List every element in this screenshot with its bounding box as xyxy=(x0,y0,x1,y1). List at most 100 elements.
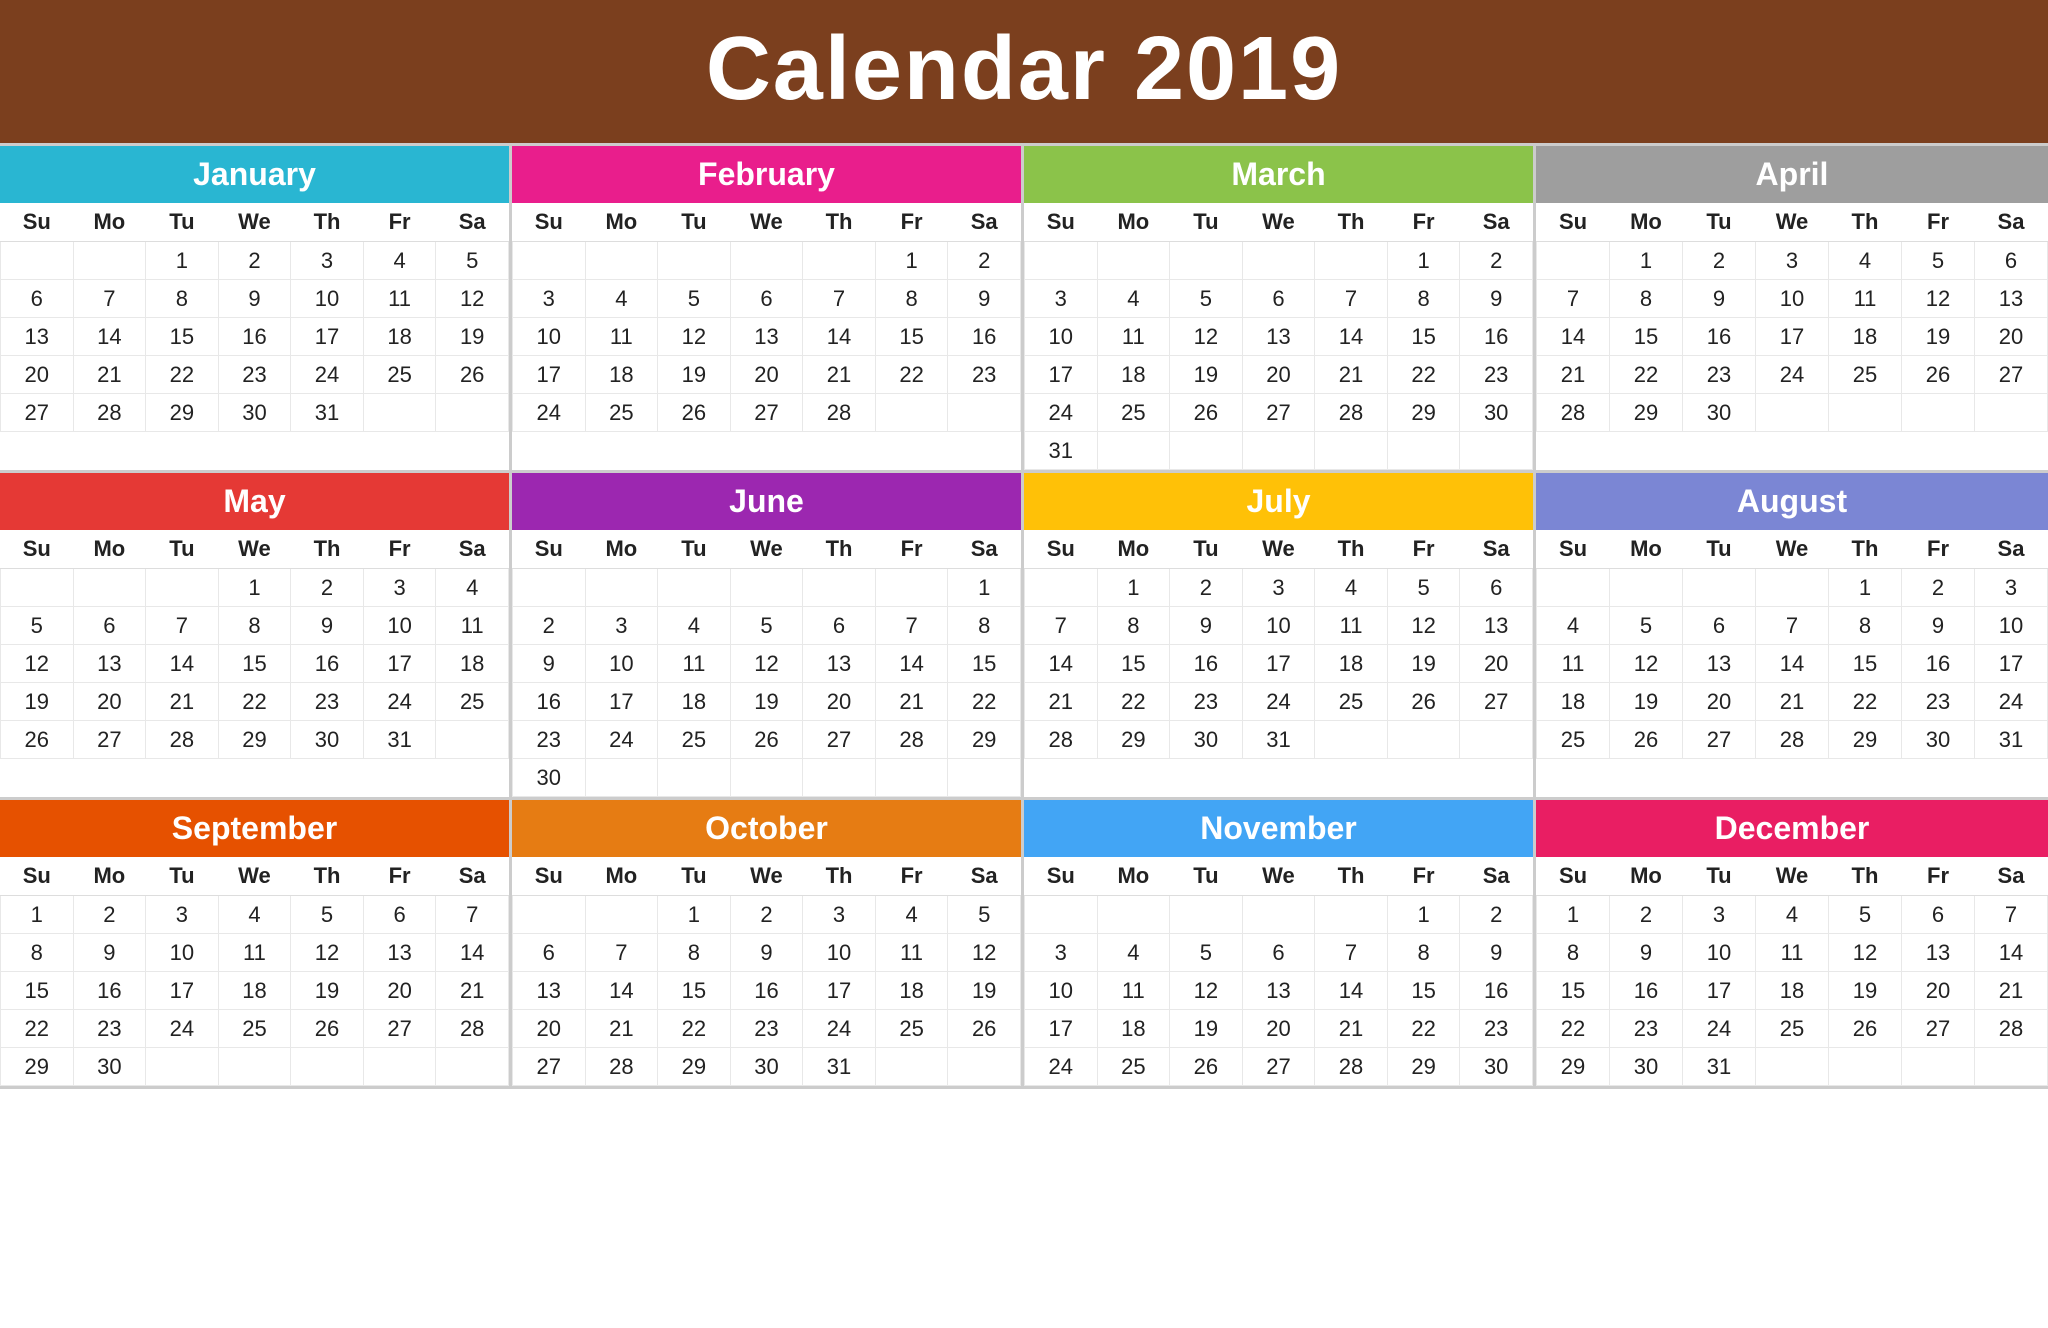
calendar-day-cell: 12 xyxy=(948,934,1021,972)
day-header-th: Th xyxy=(1315,530,1388,569)
calendar-day-cell: 4 xyxy=(585,280,658,318)
table-row: 2728293031 xyxy=(1,394,509,432)
calendar-day-cell: 6 xyxy=(73,607,146,645)
table-row: 293031 xyxy=(1537,1048,2048,1086)
day-header-th: Th xyxy=(803,857,876,896)
table-row: 891011121314 xyxy=(1,934,509,972)
day-header-mo: Mo xyxy=(585,857,658,896)
calendar-day-cell: 10 xyxy=(1975,607,2048,645)
calendar-day-cell: 28 xyxy=(1975,1010,2048,1048)
calendar-day-cell: 20 xyxy=(513,1010,586,1048)
calendar-day-cell xyxy=(730,242,803,280)
calendar-day-cell xyxy=(1975,1048,2048,1086)
calendar-day-cell: 4 xyxy=(1537,607,1610,645)
calendar-day-cell xyxy=(436,394,509,432)
day-header-su: Su xyxy=(1025,530,1098,569)
table-row: 1234 xyxy=(1,569,509,607)
calendar-day-cell: 14 xyxy=(1975,934,2048,972)
calendar-day-cell xyxy=(1025,569,1098,607)
calendar-day-cell: 24 xyxy=(1975,683,2048,721)
calendar-day-cell: 30 xyxy=(1683,394,1756,432)
calendar-day-cell: 10 xyxy=(1025,318,1098,356)
table-row: 15161718192021 xyxy=(1,972,509,1010)
calendar-day-cell xyxy=(658,569,731,607)
day-header-tu: Tu xyxy=(658,203,731,242)
calendar-day-cell: 29 xyxy=(1,1048,74,1086)
calendar-day-cell: 6 xyxy=(1902,896,1975,934)
calendar-day-cell: 29 xyxy=(1610,394,1683,432)
calendar-day-cell: 27 xyxy=(73,721,146,759)
table-row: 14151617181920 xyxy=(1537,318,2048,356)
calendar-day-cell: 21 xyxy=(875,683,948,721)
calendar-day-cell: 2 xyxy=(1610,896,1683,934)
calendar-day-cell: 5 xyxy=(658,280,731,318)
calendar-day-cell: 15 xyxy=(1387,318,1460,356)
calendar-day-cell: 7 xyxy=(1315,934,1388,972)
calendar-day-cell: 31 xyxy=(363,721,436,759)
day-header-su: Su xyxy=(513,203,586,242)
calendar-day-cell: 9 xyxy=(730,934,803,972)
table-row: 24252627282930 xyxy=(1025,1048,1533,1086)
day-header-tu: Tu xyxy=(1683,530,1756,569)
day-header-th: Th xyxy=(1829,530,1902,569)
calendar-day-cell: 9 xyxy=(218,280,291,318)
calendar-day-cell: 11 xyxy=(218,934,291,972)
calendar-day-cell: 23 xyxy=(73,1010,146,1048)
calendar-day-cell xyxy=(585,759,658,797)
calendar-day-cell xyxy=(1315,721,1388,759)
calendar-day-cell xyxy=(1170,242,1243,280)
calendar-day-cell: 20 xyxy=(1902,972,1975,1010)
day-header-fr: Fr xyxy=(363,203,436,242)
calendar-day-cell: 6 xyxy=(803,607,876,645)
calendar-day-cell: 16 xyxy=(1460,972,1533,1010)
table-row: 123 xyxy=(1537,569,2048,607)
calendar-day-cell: 19 xyxy=(1,683,74,721)
day-header-sa: Sa xyxy=(1975,530,2048,569)
day-header-th: Th xyxy=(1315,203,1388,242)
calendar-day-cell: 1 xyxy=(1,896,74,934)
day-header-we: We xyxy=(1756,857,1829,896)
calendar-day-cell: 13 xyxy=(730,318,803,356)
calendar-day-cell: 16 xyxy=(1683,318,1756,356)
table-row: 28293031 xyxy=(1025,721,1533,759)
calendar-day-cell: 24 xyxy=(1683,1010,1756,1048)
calendar-day-cell: 12 xyxy=(730,645,803,683)
month-december: DecemberSuMoTuWeThFrSa123456789101112131… xyxy=(1536,800,2048,1089)
calendar-day-cell xyxy=(1315,896,1388,934)
month-table-june: SuMoTuWeThFrSa12345678910111213141516171… xyxy=(512,530,1021,797)
calendar-day-cell: 21 xyxy=(1537,356,1610,394)
calendar-day-cell: 3 xyxy=(1975,569,2048,607)
calendar-day-cell: 4 xyxy=(1829,242,1902,280)
calendar-day-cell: 30 xyxy=(1902,721,1975,759)
calendar-day-cell: 20 xyxy=(1242,1010,1315,1048)
table-row: 23242526272829 xyxy=(513,721,1021,759)
calendar-day-cell: 13 xyxy=(1,318,74,356)
calendar-day-cell: 29 xyxy=(1097,721,1170,759)
calendar-day-cell: 15 xyxy=(1097,645,1170,683)
calendar-day-cell: 19 xyxy=(291,972,364,1010)
calendar-day-cell: 3 xyxy=(291,242,364,280)
calendar-day-cell: 27 xyxy=(1242,394,1315,432)
calendar-day-cell: 29 xyxy=(1537,1048,1610,1086)
day-header-th: Th xyxy=(291,857,364,896)
calendar-day-cell: 15 xyxy=(1,972,74,1010)
calendar-day-cell: 10 xyxy=(803,934,876,972)
calendar-day-cell: 11 xyxy=(1756,934,1829,972)
month-table-july: SuMoTuWeThFrSa12345678910111213141516171… xyxy=(1024,530,1533,759)
calendar-day-cell: 9 xyxy=(1170,607,1243,645)
month-august: AugustSuMoTuWeThFrSa12345678910111213141… xyxy=(1536,473,2048,800)
table-row: 3456789 xyxy=(513,280,1021,318)
calendar-day-cell xyxy=(803,242,876,280)
table-row: 10111213141516 xyxy=(1025,318,1533,356)
calendar-day-cell xyxy=(1610,569,1683,607)
calendar-day-cell xyxy=(1387,432,1460,470)
day-header-tu: Tu xyxy=(1683,203,1756,242)
calendar-day-cell: 3 xyxy=(1025,280,1098,318)
calendar-day-cell: 22 xyxy=(875,356,948,394)
calendar-day-cell xyxy=(585,569,658,607)
calendar-day-cell xyxy=(1756,394,1829,432)
calendar-day-cell: 23 xyxy=(1683,356,1756,394)
calendar-day-cell: 30 xyxy=(513,759,586,797)
calendar-day-cell: 9 xyxy=(1683,280,1756,318)
calendar-day-cell: 12 xyxy=(436,280,509,318)
